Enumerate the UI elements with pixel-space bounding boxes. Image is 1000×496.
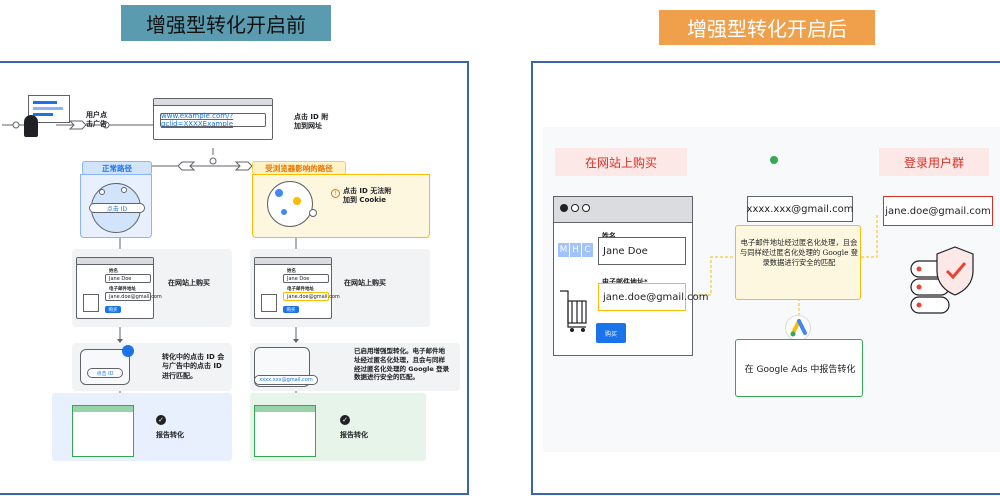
normal-path-label: 正常路径 bbox=[82, 161, 152, 175]
window-dot-3 bbox=[582, 204, 590, 212]
report-thumbnail bbox=[72, 405, 134, 457]
title-after: 增强型转化开启后 bbox=[659, 10, 875, 45]
ad-illustration bbox=[24, 95, 74, 139]
no-cookie-text: 点击 ID 无法附 加到 Cookie bbox=[343, 187, 392, 205]
url-browser: www.example.com/?gclid=XXXXExample bbox=[153, 98, 273, 140]
name-field[interactable]: Jane Doe bbox=[283, 274, 329, 283]
report-text-after: 在 Google Ads 中报告转化 bbox=[744, 365, 856, 375]
buy-button[interactable]: 购买 bbox=[283, 306, 299, 313]
report-box: 在 Google Ads 中报告转化 bbox=[735, 339, 863, 397]
panel-before: 用户点 击广告 www.example.com/?gclid=XXXXExamp… bbox=[0, 61, 469, 495]
name-field[interactable]: Jane Doe bbox=[105, 274, 151, 283]
report-b: 报告转化 bbox=[340, 431, 368, 439]
email-field[interactable]: jane.doe@gmail.com bbox=[283, 292, 340, 301]
cart-icon bbox=[83, 294, 99, 312]
cookie-box-normal: 点击 ID bbox=[80, 174, 152, 238]
purchase-row-affected: 姓名 Jane Doe 电子邮件地址 jane.doe@gmail.com 购买… bbox=[250, 249, 430, 327]
login-users-header: 登录用户群 bbox=[879, 148, 989, 176]
enhanced-text: 已启用增强型转化。电子邮件地 址经过匿名化处理，且会与同样 经过匿名化处理的 G… bbox=[354, 347, 450, 382]
purchase-row-normal: 姓名 Jane Doe 电子邮件地址 jane.doe@gmail.com 购买… bbox=[72, 249, 232, 327]
buy-button[interactable]: 购买 bbox=[596, 323, 626, 343]
match-text: 转化中的点击 ID 会 与广告中的点击 ID 进行匹配。 bbox=[162, 353, 225, 380]
window-dot-1 bbox=[560, 204, 568, 212]
hashed-email-box: xxxx.xxx@gmail.com bbox=[747, 196, 853, 222]
report-row-normal: ✓ 报告转化 bbox=[52, 393, 232, 461]
report-a: 报告转化 bbox=[156, 431, 184, 439]
secure-database-icon bbox=[909, 245, 979, 323]
append-id-text: 点击 ID 附 加到网址 bbox=[294, 113, 329, 131]
match-text-after: 电子邮件地址经过匿名化处理，且会 与同样经过匿名化处理的 Google 登 录数… bbox=[739, 238, 859, 267]
cart-icon bbox=[261, 294, 277, 312]
purchase-browser-normal: 姓名 Jane Doe 电子邮件地址 jane.doe@gmail.com 购买 bbox=[76, 257, 162, 319]
mhc-h: H bbox=[570, 243, 581, 257]
click-id-pill: 点击 ID bbox=[89, 203, 145, 213]
affected-path-label: 受浏览器影响的路径 bbox=[252, 161, 346, 175]
mhc-m: M bbox=[558, 243, 569, 257]
purchase-browser: M H C 姓名 Jane Doe 电子邮件地址* jane.doe@gmail… bbox=[553, 196, 709, 356]
match-box: 电子邮件地址经过匿名化处理，且会 与同样经过匿名化处理的 Google 登 录数… bbox=[735, 225, 861, 300]
server-row-affected: xxxx.xxx@gmail.com 已启用增强型转化。电子邮件地 址经过匿名化… bbox=[250, 343, 460, 391]
email-field[interactable]: jane.doe@gmail.com bbox=[598, 283, 709, 311]
server-click-id: 点击 ID bbox=[87, 368, 123, 378]
google-ads-icon bbox=[785, 315, 811, 341]
panel-after: 在网站上购买 登录用户群 M H C 姓名 Jane Doe 电子邮件地址* j… bbox=[531, 61, 1000, 495]
check-icon: ✓ bbox=[340, 415, 350, 425]
buy-online-b: 在网站上购买 bbox=[344, 279, 386, 287]
server-row-normal: 点击 ID 转化中的点击 ID 会 与广告中的点击 ID 进行匹配。 bbox=[72, 343, 232, 391]
buy-online-a: 在网站上购买 bbox=[168, 279, 210, 287]
window-dot-2 bbox=[571, 204, 579, 212]
cookie-box-affected: ! 点击 ID 无法附 加到 Cookie bbox=[252, 174, 430, 238]
title-before: 增强型转化开启前 bbox=[121, 5, 331, 41]
url-box: www.example.com/?gclid=XXXXExample bbox=[160, 112, 266, 128]
warning-icon: ! bbox=[331, 189, 340, 198]
mhc-badge: M H C bbox=[558, 243, 593, 257]
name-field[interactable]: Jane Doe bbox=[598, 237, 686, 265]
buy-online-header: 在网站上购买 bbox=[555, 148, 687, 176]
buy-button[interactable]: 购买 bbox=[105, 306, 121, 313]
report-row-affected: ✓ 报告转化 bbox=[250, 393, 426, 461]
user-email-box: jane.doe@gmail.com bbox=[883, 196, 993, 226]
mhc-c: C bbox=[582, 243, 593, 257]
hashed-email-pill: xxxx.xxx@gmail.com bbox=[254, 375, 318, 385]
cart-icon bbox=[558, 287, 588, 333]
check-icon: ✓ bbox=[156, 415, 166, 425]
purchase-browser-affected: 姓名 Jane Doe 电子邮件地址 jane.doe@gmail.com 购买 bbox=[254, 257, 340, 319]
email-field[interactable]: jane.doe@gmail.com bbox=[105, 292, 162, 301]
report-thumbnail bbox=[254, 405, 316, 457]
user-badge-icon bbox=[122, 345, 134, 357]
user-click-text: 用户点 击广告 bbox=[86, 111, 107, 129]
